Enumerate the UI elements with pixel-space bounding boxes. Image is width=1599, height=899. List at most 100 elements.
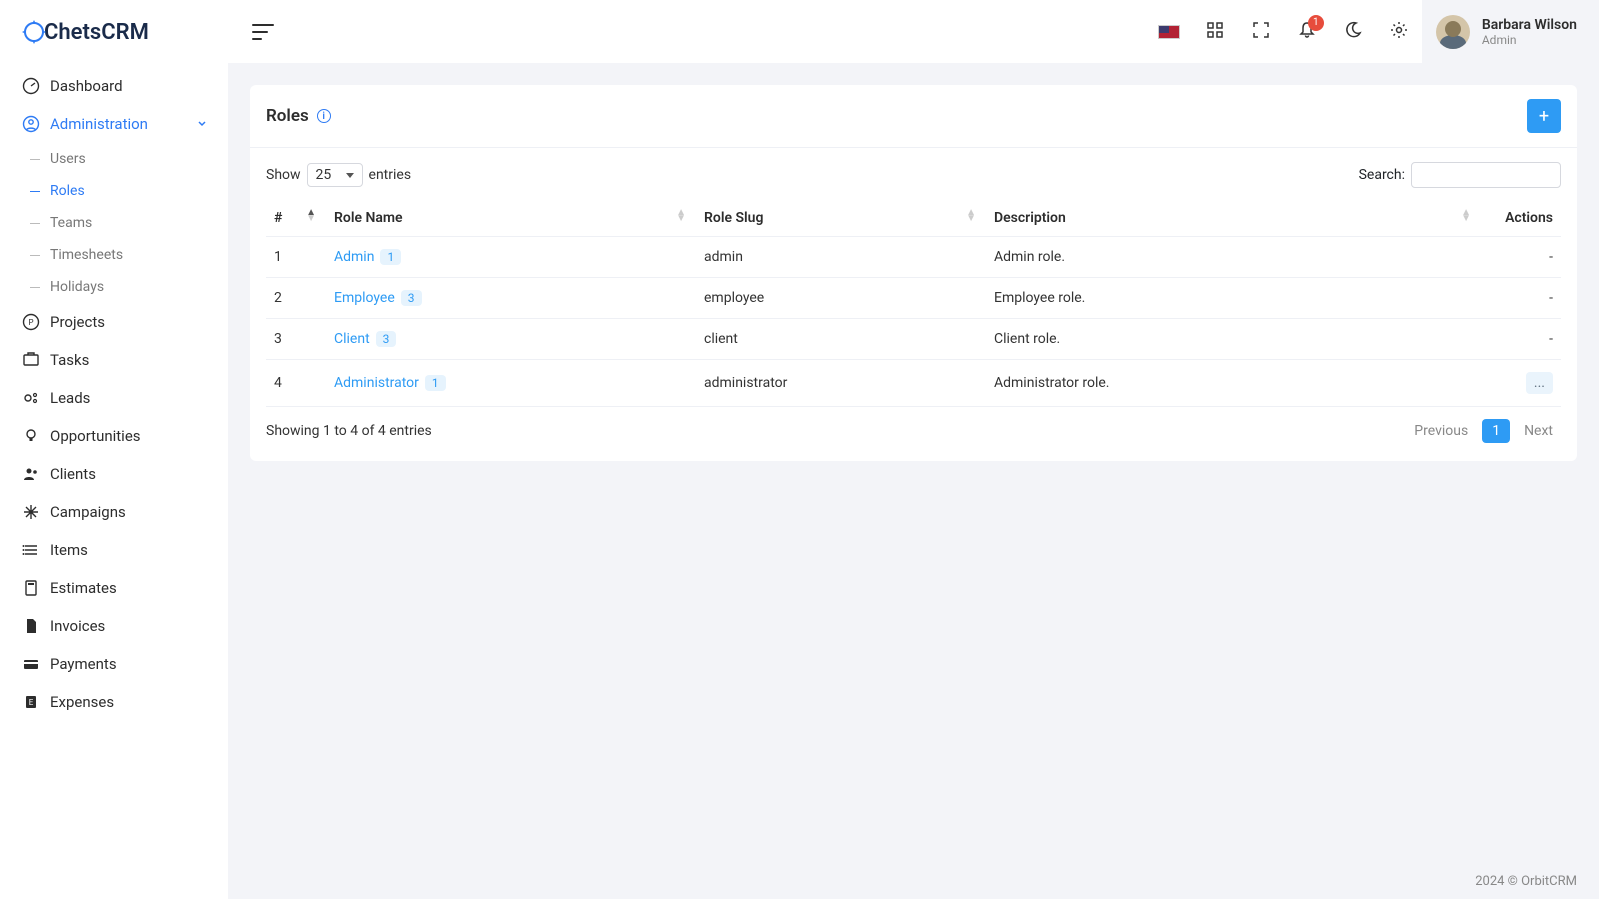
next-page-button[interactable]: Next	[1516, 419, 1561, 443]
roles-table: #▲▼ Role Name▲▼ Role Slug▲▼ Description▲…	[266, 200, 1561, 407]
sidebar-item-payments[interactable]: Payments	[0, 645, 228, 683]
col-name[interactable]: Role Name▲▼	[326, 200, 696, 237]
brand-logo[interactable]: ChetsCRM	[0, 2, 228, 67]
leads-icon	[22, 389, 40, 407]
cell-index: 3	[266, 319, 326, 360]
show-label: Show	[266, 167, 301, 183]
role-user-count: 3	[376, 331, 397, 347]
role-link[interactable]: Administrator	[334, 375, 419, 391]
table-row: 3Client3clientClient role.-	[266, 319, 1561, 360]
svg-text:P: P	[28, 318, 33, 327]
sidebar-subitem-timesheets[interactable]: Timesheets	[0, 239, 228, 271]
calculator-icon	[22, 579, 40, 597]
sidebar-item-label: Projects	[50, 313, 105, 331]
sidebar-item-opportunities[interactable]: Opportunities	[0, 417, 228, 455]
tasks-icon	[22, 351, 40, 369]
grid-icon	[1206, 21, 1224, 43]
cell-desc: Admin role.	[986, 237, 1481, 278]
cell-name: Administrator 1	[326, 360, 696, 407]
table-row: 1Admin1adminAdmin role. -	[266, 237, 1561, 278]
theme-toggle-button[interactable]	[1330, 9, 1376, 55]
clients-icon	[22, 465, 40, 483]
sidebar-item-projects[interactable]: P Projects	[0, 303, 228, 341]
sidebar-item-label: Users	[50, 151, 86, 167]
sidebar-item-clients[interactable]: Clients	[0, 455, 228, 493]
settings-button[interactable]	[1376, 9, 1422, 55]
cell-slug: client	[696, 319, 986, 360]
sidebar-item-label: Payments	[50, 655, 117, 673]
sidebar-item-expenses[interactable]: E Expenses	[0, 683, 228, 721]
menu-toggle-button[interactable]	[252, 24, 274, 40]
col-desc[interactable]: Description▲▼	[986, 200, 1481, 237]
cell-name: Admin1	[326, 237, 696, 278]
sidebar-subitem-roles[interactable]: Roles	[0, 175, 228, 207]
cell-slug: admin	[696, 237, 986, 278]
cell-desc: Client role.	[986, 319, 1481, 360]
sidebar-item-label: Items	[50, 541, 88, 559]
col-slug[interactable]: Role Slug▲▼	[696, 200, 986, 237]
sidebar-item-label: Estimates	[50, 579, 117, 597]
sidebar-item-administration[interactable]: Administration	[0, 105, 228, 143]
user-menu[interactable]: Barbara Wilson Admin	[1422, 0, 1599, 63]
row-actions-none: -	[1549, 249, 1553, 265]
sidebar-item-campaigns[interactable]: Campaigns	[0, 493, 228, 531]
sidebar-item-estimates[interactable]: Estimates	[0, 569, 228, 607]
sidebar-item-label: Expenses	[50, 693, 114, 711]
col-actions: Actions	[1481, 200, 1561, 237]
user-role: Admin	[1482, 33, 1577, 47]
page-size-control: Show 25 entries	[266, 163, 411, 187]
prev-page-button[interactable]: Previous	[1406, 419, 1476, 443]
list-icon	[22, 541, 40, 559]
apps-grid-button[interactable]	[1192, 9, 1238, 55]
card-icon	[22, 655, 40, 673]
content: Roles i + Show 25 entries Search:	[228, 63, 1599, 899]
sidebar-subitem-holidays[interactable]: Holidays	[0, 271, 228, 303]
fullscreen-button[interactable]	[1238, 9, 1284, 55]
sidebar-item-leads[interactable]: Leads	[0, 379, 228, 417]
language-flag-button[interactable]	[1146, 9, 1192, 55]
table-row: 2Employee3employeeEmployee role.-	[266, 278, 1561, 319]
bulb-icon	[22, 427, 40, 445]
role-link[interactable]: Client	[334, 331, 370, 347]
row-actions-button[interactable]: ...	[1526, 372, 1553, 394]
notifications-button[interactable]: 1	[1284, 9, 1330, 55]
page-title: Roles i	[266, 106, 331, 126]
sidebar-item-label: Teams	[50, 215, 92, 231]
dash-icon	[30, 223, 40, 224]
add-role-button[interactable]: +	[1527, 99, 1561, 133]
sidebar-item-items[interactable]: Items	[0, 531, 228, 569]
sidebar-subnav-administration: Users Roles Teams Timesheets Holidays	[0, 143, 228, 303]
sidebar-item-tasks[interactable]: Tasks	[0, 341, 228, 379]
sidebar-item-dashboard[interactable]: Dashboard	[0, 67, 228, 105]
page-size-select[interactable]: 25	[307, 163, 363, 187]
sidebar-item-label: Leads	[50, 389, 90, 407]
table-row: 4Administrator1administratorAdministrato…	[266, 360, 1561, 407]
sidebar-nav: Dashboard Administration Users Roles Tea…	[0, 67, 228, 721]
sidebar-item-invoices[interactable]: Invoices	[0, 607, 228, 645]
page-number-button[interactable]: 1	[1482, 419, 1510, 443]
role-link[interactable]: Employee	[334, 290, 395, 306]
role-user-count: 1	[425, 375, 446, 391]
sidebar-item-label: Roles	[50, 183, 85, 199]
role-user-count: 3	[401, 290, 422, 306]
sidebar-item-label: Tasks	[50, 351, 89, 369]
projects-icon: P	[22, 313, 40, 331]
sidebar-item-label: Campaigns	[50, 503, 126, 521]
cell-index: 4	[266, 360, 326, 407]
role-link[interactable]: Admin	[334, 249, 374, 265]
row-actions-none: -	[1549, 290, 1553, 306]
svg-text:E: E	[29, 698, 34, 707]
cell-index: 1	[266, 237, 326, 278]
search-label: Search:	[1359, 167, 1405, 183]
search-input[interactable]	[1411, 162, 1561, 188]
cell-slug: employee	[696, 278, 986, 319]
col-index[interactable]: #▲▼	[266, 200, 326, 237]
roles-card: Roles i + Show 25 entries Search:	[250, 85, 1577, 461]
sidebar-subitem-users[interactable]: Users	[0, 143, 228, 175]
fullscreen-icon	[1252, 21, 1270, 43]
info-icon[interactable]: i	[317, 109, 331, 123]
brand-icon	[19, 17, 49, 47]
dash-icon	[30, 255, 40, 256]
sidebar-item-label: Administration	[50, 115, 148, 133]
sidebar-subitem-teams[interactable]: Teams	[0, 207, 228, 239]
